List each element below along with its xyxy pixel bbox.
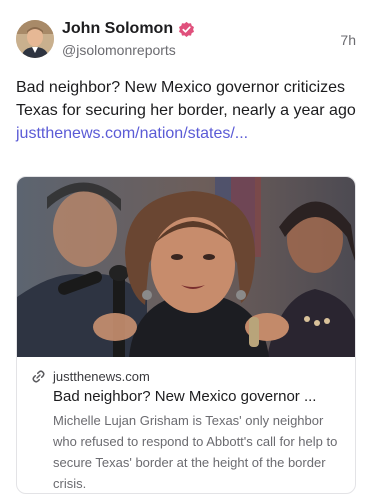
post-body: Bad neighbor? New Mexico governor critic… <box>16 76 356 145</box>
post[interactable]: John Solomon @jsolomonreports 7h Bad nei… <box>0 0 372 500</box>
link-preview-meta: justthenews.com Bad neighbor? New Mexico… <box>31 367 345 493</box>
post-text: Bad neighbor? New Mexico governor critic… <box>16 79 356 119</box>
post-header: John Solomon @jsolomonreports 7h <box>16 18 356 62</box>
link-preview-domain: justthenews.com <box>53 368 150 384</box>
avatar[interactable] <box>16 20 54 58</box>
link-icon <box>31 369 46 384</box>
link-preview-card[interactable]: justthenews.com Bad neighbor? New Mexico… <box>16 176 356 494</box>
post-link[interactable]: justthenews.com/nation/states/... <box>16 125 248 142</box>
author-handle[interactable]: @jsolomonreports <box>62 42 176 58</box>
link-preview-title[interactable]: Bad neighbor? New Mexico governor ... <box>53 388 353 405</box>
verified-check-icon <box>178 21 195 38</box>
link-preview-image[interactable] <box>17 177 355 357</box>
link-preview-description: Michelle Lujan Grisham is Texas' only ne… <box>53 413 338 491</box>
author-display-name[interactable]: John Solomon <box>62 20 173 38</box>
post-timestamp[interactable]: 7h <box>340 32 356 48</box>
